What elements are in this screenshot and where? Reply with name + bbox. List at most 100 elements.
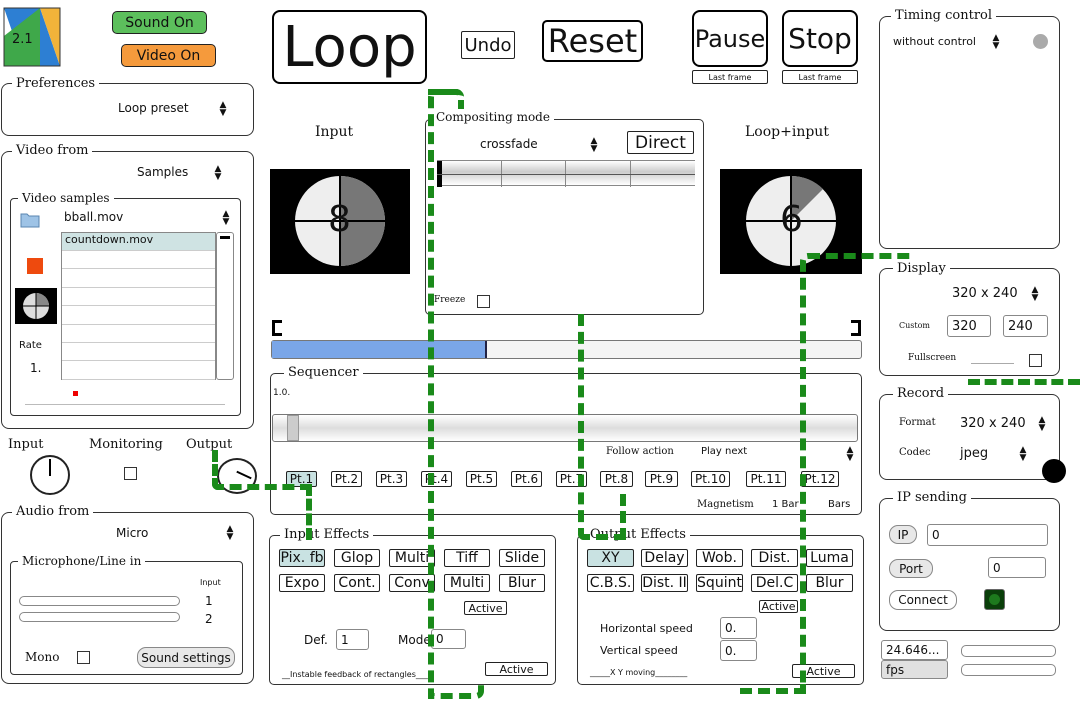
output-effects-active-button[interactable]: Active (759, 600, 798, 613)
file-list-row[interactable] (62, 325, 215, 343)
current-sample-select[interactable]: bball.mov (64, 210, 123, 224)
input-gain-knob[interactable] (30, 455, 70, 495)
display-resolution-arrows-icon[interactable]: ▲ ▼ (1030, 286, 1040, 303)
crossfade-slider[interactable] (437, 160, 695, 187)
input-effect-row2-1-button[interactable]: Expo (279, 574, 325, 592)
fullscreen-checkbox[interactable] (1029, 354, 1042, 367)
def-input[interactable]: 1 (336, 629, 369, 650)
sequence-point-9-button[interactable]: Pt.9 (645, 471, 678, 487)
compositing-mode-arrows-icon[interactable]: ▲ ▼ (589, 137, 599, 154)
custom-height-input[interactable]: 240 (1003, 315, 1048, 337)
patch-cable-display (800, 253, 912, 693)
output-effect-row2-3-button[interactable]: Squint (696, 574, 743, 592)
sound-toggle-button[interactable]: Sound On (112, 11, 207, 34)
output-effect-row2-4-button[interactable]: Del.C (751, 574, 798, 592)
input-effect-row2-2-button[interactable]: Cont. (334, 574, 380, 592)
sequence-point-10-button[interactable]: Pt.10 (691, 471, 730, 487)
horizontal-speed-input[interactable]: 0. (720, 617, 757, 639)
format-select[interactable]: 320 x 240 (960, 416, 1026, 431)
loop-start-bracket[interactable] (272, 320, 282, 336)
undo-button[interactable]: Undo (461, 31, 515, 59)
output-effect-row2-1-button[interactable]: C.B.S. (587, 574, 634, 592)
sample-file-list[interactable]: countdown.mov (61, 232, 216, 380)
current-sample-arrows-icon[interactable]: ▲ ▼ (221, 210, 231, 227)
sequence-point-5-button[interactable]: Pt.5 (466, 471, 497, 487)
channel-1-value[interactable]: 1 (205, 594, 213, 608)
timing-mode-arrows-icon[interactable]: ▲ ▼ (991, 34, 1001, 51)
sequence-point-3-button[interactable]: Pt.3 (376, 471, 407, 487)
patch-cable-monitor-b (306, 484, 312, 540)
audio-from-title: Audio from (12, 504, 94, 519)
file-list-scrollbar[interactable] (216, 232, 234, 380)
output-effect-row1-3-button[interactable]: Wob. (696, 549, 743, 567)
direct-button[interactable]: Direct (627, 131, 694, 154)
loop-button[interactable]: Loop (272, 10, 427, 84)
file-list-row[interactable] (62, 270, 215, 288)
audio-source-select[interactable]: Micro (116, 526, 148, 540)
sound-settings-button[interactable]: Sound settings (137, 647, 235, 668)
folder-icon[interactable] (20, 210, 40, 228)
sequencer-panel (270, 373, 862, 515)
pause-button[interactable]: Pause (692, 10, 768, 67)
file-list-row[interactable]: countdown.mov (62, 233, 215, 251)
input-effect-row1-2-button[interactable]: Glop (334, 549, 380, 567)
preset-select[interactable]: Loop preset (118, 101, 189, 115)
input-effect-row1-1-button[interactable]: Pix. fb (279, 549, 325, 567)
codec-arrows-icon[interactable]: ▲ ▼ (1018, 446, 1028, 463)
vertical-speed-input[interactable]: 0. (720, 640, 757, 661)
custom-width-input[interactable]: 320 (947, 315, 991, 337)
freeze-checkbox[interactable] (477, 295, 490, 308)
rate-label: Rate (19, 340, 42, 351)
video-source-arrows-icon[interactable]: ▲ ▼ (213, 165, 223, 182)
file-list-row[interactable] (62, 343, 215, 362)
output-effect-row2-2-button[interactable]: Dist. II (641, 574, 688, 592)
file-list-row[interactable] (62, 362, 215, 380)
loop-progress-bar[interactable] (271, 340, 862, 359)
file-list-row[interactable] (62, 288, 215, 307)
magnetism-select[interactable]: 1 Bar (772, 499, 799, 510)
stop-square-icon[interactable] (27, 258, 43, 274)
input-effect-row1-5-button[interactable]: Slide (499, 549, 545, 567)
pause-last-frame[interactable]: Last frame (692, 70, 768, 84)
preset-select-arrows-icon[interactable]: ▲ ▼ (218, 101, 228, 118)
sequence-point-6-button[interactable]: Pt.6 (511, 471, 542, 487)
compositing-mode-select[interactable]: crossfade (480, 137, 538, 151)
fps-meter-1 (961, 645, 1056, 657)
monitoring-checkbox[interactable] (124, 467, 137, 480)
channel-2-value[interactable]: 2 (205, 612, 213, 626)
format-arrows-icon[interactable]: ▲ ▼ (1037, 416, 1047, 433)
file-list-row[interactable] (62, 251, 215, 270)
output-effect-row1-2-button[interactable]: Delay (641, 549, 688, 567)
def-label: Def. (304, 633, 328, 647)
file-list-row[interactable] (62, 307, 215, 325)
record-button-icon[interactable] (1042, 459, 1066, 483)
output-effect-row1-1-button[interactable]: XY (587, 549, 634, 567)
display-resolution-select[interactable]: 320 x 240 (952, 286, 1018, 301)
video-source-select[interactable]: Samples (137, 165, 188, 179)
reset-button[interactable]: Reset (542, 20, 643, 62)
app-logo: 2.1 (2, 6, 62, 68)
rate-value[interactable]: 1. (30, 361, 41, 375)
timing-mode-select[interactable]: without control (893, 35, 976, 48)
input-effects-active-button[interactable]: Active (464, 601, 507, 615)
mono-checkbox[interactable] (77, 651, 90, 664)
port-input[interactable]: 0 (988, 557, 1046, 578)
stop-last-frame[interactable]: Last frame (782, 70, 858, 84)
play-next-select[interactable]: Play next (701, 446, 747, 457)
video-toggle-button[interactable]: Video On (121, 44, 216, 67)
stop-button[interactable]: Stop (782, 10, 858, 67)
input-effects-title: Input Effects (280, 527, 374, 542)
codec-select[interactable]: jpeg (960, 446, 988, 461)
timing-status-led (1033, 34, 1048, 49)
output-effect-row1-4-button[interactable]: Dist. (751, 549, 798, 567)
version-label: 2.1 (12, 32, 33, 47)
sequence-point-11-button[interactable]: Pt.11 (746, 471, 786, 487)
sequencer-track[interactable] (272, 414, 858, 442)
audio-source-arrows-icon[interactable]: ▲ ▼ (225, 525, 235, 542)
input-effects-active2-button[interactable]: Active (485, 662, 548, 676)
ip-address-input[interactable]: 0 (927, 524, 1048, 546)
audio-level-meter-1 (19, 596, 180, 606)
input-effect-row2-5-button[interactable]: Blur (499, 574, 545, 592)
microphone-title: Microphone/Line in (18, 554, 146, 568)
sequence-point-2-button[interactable]: Pt.2 (331, 471, 362, 487)
